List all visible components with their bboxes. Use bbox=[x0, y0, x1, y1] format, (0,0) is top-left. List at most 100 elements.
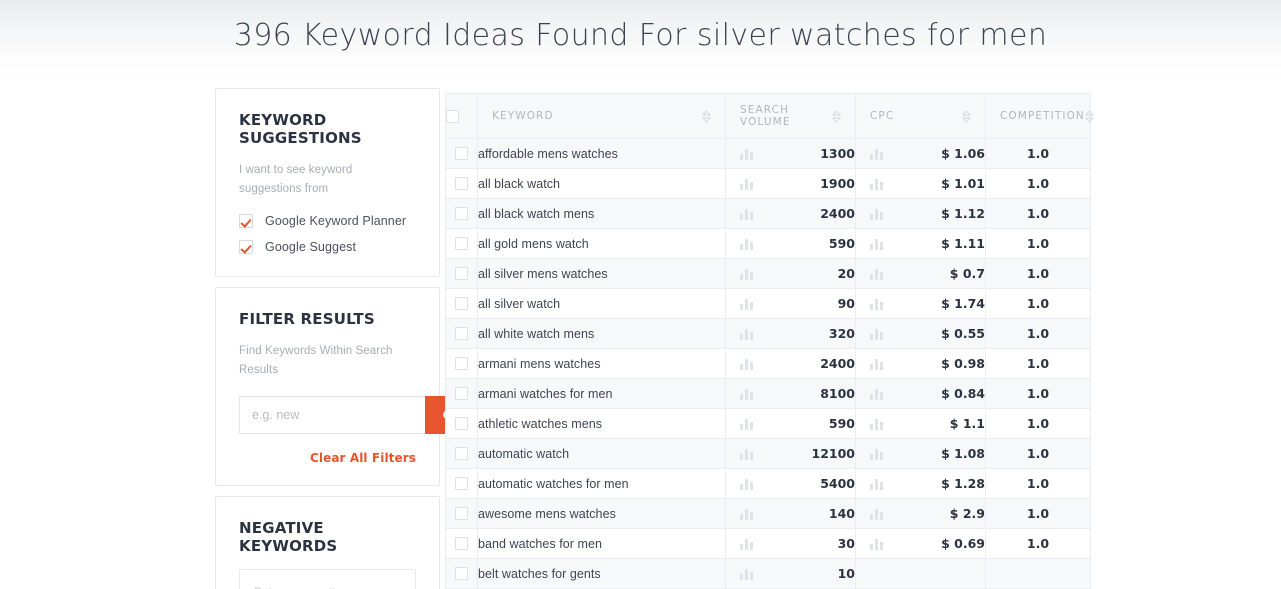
keyword-suggestions-title: KEYWORD SUGGESTIONS bbox=[239, 111, 362, 147]
row-checkbox[interactable] bbox=[455, 506, 468, 520]
row-select-cell[interactable] bbox=[445, 138, 478, 169]
cell-search-volume: 1900 bbox=[725, 168, 856, 199]
sort-icon[interactable] bbox=[1084, 109, 1094, 123]
cell-cpc: $ 2.9 bbox=[855, 498, 986, 529]
row-checkbox[interactable] bbox=[455, 416, 468, 430]
row-select-cell[interactable] bbox=[445, 228, 478, 259]
cell-cpc: $ 1.08 bbox=[855, 438, 986, 469]
cell-competition bbox=[985, 558, 1091, 589]
select-all-checkbox[interactable] bbox=[446, 109, 459, 123]
cell-value: $ 1.01 bbox=[941, 176, 985, 191]
row-checkbox[interactable] bbox=[455, 356, 468, 370]
row-select-cell[interactable] bbox=[445, 378, 478, 409]
cell-cpc: $ 1.01 bbox=[855, 168, 986, 199]
row-select-cell[interactable] bbox=[445, 288, 478, 319]
bar-chart-icon bbox=[740, 148, 753, 160]
row-checkbox[interactable] bbox=[455, 446, 468, 460]
column-header-keyword[interactable]: KEYWORD bbox=[477, 93, 726, 139]
table-row[interactable]: awesome mens watches 140 $ 2.9 1.0 bbox=[445, 498, 1091, 529]
row-checkbox[interactable] bbox=[455, 476, 468, 490]
cell-competition: 1.0 bbox=[985, 408, 1091, 439]
bar-chart-icon bbox=[870, 268, 883, 280]
row-select-cell[interactable] bbox=[445, 318, 478, 349]
checkbox-google-suggest[interactable] bbox=[239, 240, 253, 255]
row-select-cell[interactable] bbox=[445, 498, 478, 529]
row-select-cell[interactable] bbox=[445, 258, 478, 289]
source-option-google-keyword-planner[interactable]: Google Keyword Planner bbox=[239, 214, 416, 229]
cell-value: $ 1.06 bbox=[941, 146, 985, 161]
table-row[interactable]: automatic watch 12100 $ 1.08 1.0 bbox=[445, 438, 1091, 469]
column-header-label: COMPETITION bbox=[1000, 110, 1085, 122]
column-header-cpc[interactable]: CPC bbox=[855, 93, 986, 139]
table-row[interactable]: belt watches for gents 10 bbox=[445, 558, 1091, 589]
keyword-suggestions-card: KEYWORD SUGGESTIONS I want to see keywor… bbox=[215, 88, 440, 278]
cell-competition: 1.0 bbox=[985, 168, 1091, 199]
cell-cpc: $ 0.84 bbox=[855, 378, 986, 409]
clear-all-filters-link[interactable]: Clear All Filters bbox=[239, 451, 416, 465]
cell-keyword: automatic watch bbox=[477, 438, 726, 469]
table-body: affordable mens watches 1300 $ 1.06 1.0 all … bbox=[445, 138, 1091, 589]
table-row[interactable]: band watches for men 30 $ 0.69 1.0 bbox=[445, 528, 1091, 559]
row-checkbox[interactable] bbox=[455, 326, 468, 340]
bar-chart-icon bbox=[740, 298, 753, 310]
keyword-results-table: KEYWORD SEARCH VOLUME CPC COMPETITION af… bbox=[445, 93, 1094, 589]
sort-icon[interactable] bbox=[702, 109, 711, 123]
keyword-results-table-wrap: KEYWORD SEARCH VOLUME CPC COMPETITION af… bbox=[445, 93, 1094, 589]
table-row[interactable]: all silver mens watches 20 $ 0.7 1.0 bbox=[445, 258, 1091, 289]
cell-keyword: armani watches for men bbox=[477, 378, 726, 409]
row-checkbox[interactable] bbox=[455, 236, 468, 250]
checkbox-google-keyword-planner[interactable] bbox=[239, 214, 253, 229]
table-row[interactable]: all white watch mens 320 $ 0.55 1.0 bbox=[445, 318, 1091, 349]
cell-value: $ 1.28 bbox=[941, 476, 985, 491]
row-select-cell[interactable] bbox=[445, 558, 478, 589]
row-select-cell[interactable] bbox=[445, 408, 478, 439]
row-checkbox[interactable] bbox=[455, 176, 468, 190]
row-checkbox[interactable] bbox=[455, 296, 468, 310]
row-select-cell[interactable] bbox=[445, 438, 478, 469]
row-select-cell[interactable] bbox=[445, 348, 478, 379]
select-all-header[interactable] bbox=[445, 93, 478, 139]
column-header-search-volume[interactable]: SEARCH VOLUME bbox=[725, 93, 856, 139]
row-select-cell[interactable] bbox=[445, 198, 478, 229]
cell-value: $ 1.1 bbox=[949, 416, 985, 431]
table-row[interactable]: automatic watches for men 5400 $ 1.28 1.0 bbox=[445, 468, 1091, 499]
cell-cpc: $ 1.28 bbox=[855, 468, 986, 499]
sort-icon[interactable] bbox=[832, 109, 841, 123]
row-checkbox[interactable] bbox=[455, 206, 468, 220]
row-select-cell[interactable] bbox=[445, 528, 478, 559]
sort-icon[interactable] bbox=[962, 109, 971, 123]
filter-search-input[interactable] bbox=[239, 395, 425, 434]
bar-chart-icon bbox=[870, 208, 883, 220]
row-select-cell[interactable] bbox=[445, 168, 478, 199]
row-select-cell[interactable] bbox=[445, 468, 478, 499]
row-checkbox[interactable] bbox=[455, 266, 468, 280]
table-row[interactable]: affordable mens watches 1300 $ 1.06 1.0 bbox=[445, 138, 1091, 169]
cell-competition: 1.0 bbox=[985, 438, 1091, 469]
column-header-competition[interactable]: COMPETITION bbox=[985, 93, 1094, 139]
source-option-google-suggest[interactable]: Google Suggest bbox=[239, 240, 416, 255]
column-header-label: CPC bbox=[870, 110, 895, 122]
negative-keywords-textarea[interactable] bbox=[239, 568, 416, 589]
cell-competition: 1.0 bbox=[985, 348, 1091, 379]
table-row[interactable]: athletic watches mens 590 $ 1.1 1.0 bbox=[445, 408, 1091, 439]
cell-competition: 1.0 bbox=[985, 528, 1091, 559]
cell-cpc: $ 1.06 bbox=[855, 138, 986, 169]
bar-chart-icon bbox=[740, 358, 753, 370]
table-row[interactable]: all black watch mens 2400 $ 1.12 1.0 bbox=[445, 198, 1091, 229]
bar-chart-icon bbox=[870, 148, 883, 160]
table-row[interactable]: armani watches for men 8100 $ 0.84 1.0 bbox=[445, 378, 1091, 409]
table-row[interactable]: all silver watch 90 $ 1.74 1.0 bbox=[445, 288, 1091, 319]
table-row[interactable]: armani mens watches 2400 $ 0.98 1.0 bbox=[445, 348, 1091, 379]
keyword-suggestions-subtitle: I want to see keyword suggestions from bbox=[239, 164, 353, 195]
bar-chart-icon bbox=[870, 178, 883, 190]
row-checkbox[interactable] bbox=[455, 386, 468, 400]
table-row[interactable]: all black watch 1900 $ 1.01 1.0 bbox=[445, 168, 1091, 199]
row-checkbox[interactable] bbox=[455, 566, 468, 580]
row-checkbox[interactable] bbox=[455, 536, 468, 550]
cell-value: $ 1.74 bbox=[941, 296, 985, 311]
bar-chart-icon bbox=[740, 328, 753, 340]
table-row[interactable]: all gold mens watch 590 $ 1.11 1.0 bbox=[445, 228, 1091, 259]
bar-chart-icon bbox=[740, 568, 753, 580]
row-checkbox[interactable] bbox=[455, 146, 468, 160]
cell-competition: 1.0 bbox=[985, 378, 1091, 409]
